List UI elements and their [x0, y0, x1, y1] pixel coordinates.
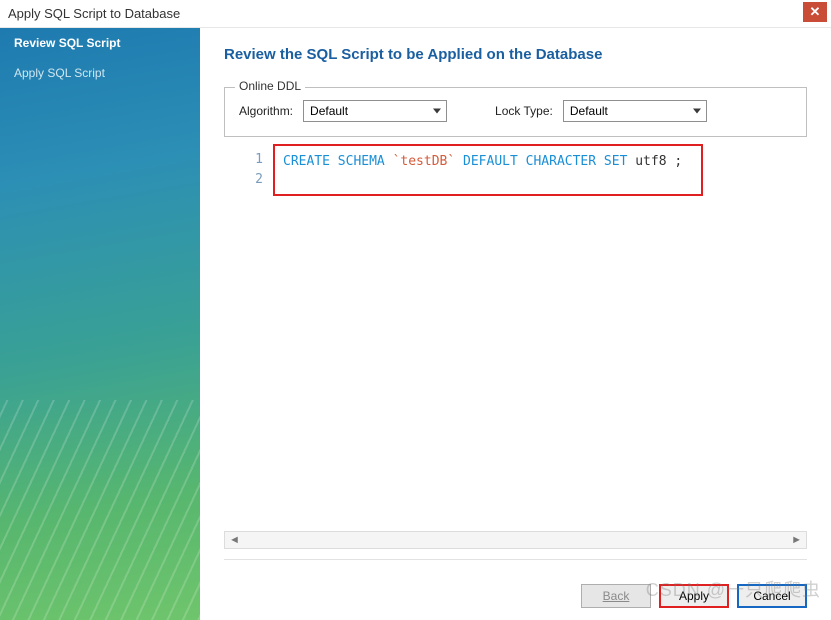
sql-schema-name: `testDB`: [393, 154, 456, 169]
back-button[interactable]: Back: [581, 584, 651, 608]
sql-editor[interactable]: 1 2 CREATE SCHEMA `testDB` DEFAULT CHARA…: [224, 143, 807, 197]
line-number: 2: [225, 170, 263, 190]
online-ddl-legend: Online DDL: [235, 79, 305, 93]
button-row: Back Apply Cancel: [224, 559, 807, 608]
apply-button[interactable]: Apply: [659, 584, 729, 608]
sql-keyword: DEFAULT CHARACTER SET: [463, 154, 627, 169]
window-title: Apply SQL Script to Database: [8, 6, 180, 21]
sql-code-box: CREATE SCHEMA `testDB` DEFAULT CHARACTER…: [273, 144, 703, 196]
sql-keyword: CREATE SCHEMA: [283, 154, 385, 169]
sql-arg: utf8 ;: [635, 154, 682, 169]
horizontal-scrollbar[interactable]: ◄ ►: [224, 531, 807, 549]
cancel-button[interactable]: Cancel: [737, 584, 807, 608]
lock-type-label: Lock Type:: [495, 104, 553, 118]
line-gutter: 1 2: [225, 144, 273, 190]
sidebar-item-apply-script[interactable]: Apply SQL Script: [0, 58, 200, 88]
body: Review SQL Script Apply SQL Script Revie…: [0, 28, 831, 620]
lock-type-select[interactable]: Default: [563, 100, 707, 122]
algorithm-label: Algorithm:: [239, 104, 293, 118]
online-ddl-group: Online DDL Algorithm: Default Lock Type:…: [224, 87, 807, 137]
ddl-row: Algorithm: Default Lock Type: Default: [239, 100, 792, 122]
sidebar-item-review-script[interactable]: Review SQL Script: [0, 28, 200, 58]
main-panel: Review the SQL Script to be Applied on t…: [200, 28, 831, 620]
close-button[interactable]: ✕: [803, 2, 827, 22]
wizard-sidebar: Review SQL Script Apply SQL Script: [0, 28, 200, 620]
page-heading: Review the SQL Script to be Applied on t…: [224, 46, 807, 63]
close-icon: ✕: [810, 4, 821, 20]
scroll-right-icon[interactable]: ►: [791, 534, 802, 546]
scroll-left-icon[interactable]: ◄: [229, 534, 240, 546]
line-number: 1: [225, 150, 263, 170]
algorithm-select[interactable]: Default: [303, 100, 447, 122]
titlebar: Apply SQL Script to Database ✕: [0, 0, 831, 28]
